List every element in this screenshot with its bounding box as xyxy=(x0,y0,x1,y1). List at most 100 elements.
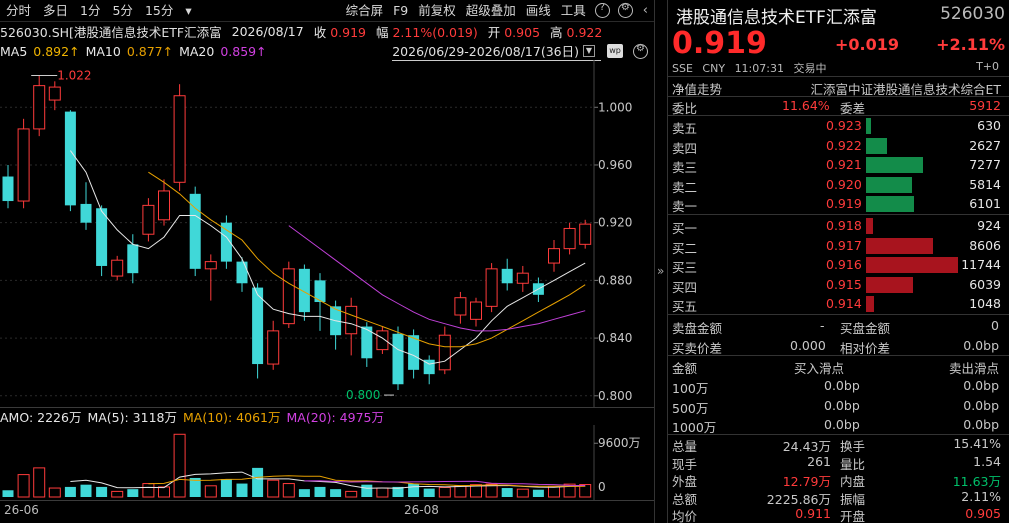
stat-value: 1.54 xyxy=(973,453,1001,469)
bid-amount-label: 买盘金额 xyxy=(840,321,891,336)
volume-bar-down xyxy=(423,488,435,497)
y-tick-label: 0.880 xyxy=(598,273,632,287)
candle-up xyxy=(111,259,124,277)
bid-volume: 924 xyxy=(977,218,1001,233)
ma10-value: 0.877↑ xyxy=(126,43,174,59)
tab-multiday[interactable]: 多日 xyxy=(37,0,74,22)
candle-down xyxy=(80,203,92,223)
date-label-jun: 26-06 xyxy=(4,503,39,517)
volume-bar-up xyxy=(438,486,451,498)
volume-bar-up xyxy=(548,485,560,498)
security-title: 港股通信息技术ETF汇添富 xyxy=(676,8,877,28)
volume-bar-up xyxy=(173,433,186,498)
help-icon[interactable] xyxy=(594,2,610,18)
wp-icon[interactable]: wp xyxy=(607,44,623,58)
bid-price: 0.916 xyxy=(826,257,862,273)
composite-screen-button[interactable]: 综合屏 xyxy=(341,0,389,22)
volume-bar-down xyxy=(252,467,264,497)
candle-up xyxy=(33,85,46,130)
stat-label: 均价 xyxy=(672,509,698,523)
tab-intraday[interactable]: 分时 xyxy=(0,0,37,22)
forward-adjust-button[interactable]: 前复权 xyxy=(413,0,461,22)
volume-bar-up xyxy=(204,485,217,498)
chart-settings-icon[interactable] xyxy=(633,43,648,59)
tab-5min[interactable]: 5分 xyxy=(106,0,138,22)
ask-price: 0.921 xyxy=(826,157,862,173)
slippage-row: 1000万 0.0bp 0.0bp xyxy=(668,415,1009,435)
ma20-value: 0.859↑ xyxy=(220,43,267,59)
volume-bar-up xyxy=(376,487,389,498)
chevron-down-icon[interactable]: ▼ xyxy=(583,44,595,57)
candlestick-chart[interactable]: 1.000 0.960 0.920 0.880 0.840 0.800 1.022 0.800 xyxy=(0,60,654,407)
tools-button[interactable]: 工具 xyxy=(556,0,591,22)
date-label-aug: 26-08 xyxy=(404,503,439,517)
ask-level-2[interactable]: 卖四 0.922 2627 xyxy=(668,136,1009,156)
panel-divider[interactable]: » xyxy=(654,0,668,523)
ask-amount-value: - xyxy=(820,318,825,333)
bid-level-1[interactable]: 买一 0.918 924 xyxy=(668,216,1009,236)
chevron-left-icon[interactable]: ‹ xyxy=(637,3,654,18)
volume-bar-up xyxy=(158,486,170,498)
candle-up xyxy=(17,128,30,202)
bid-level-2[interactable]: 买二 0.917 8606 xyxy=(668,236,1009,256)
candle-down xyxy=(408,335,420,370)
ask-level-5[interactable]: 卖一 0.919 6101 xyxy=(668,194,1009,214)
bid-volume-bar xyxy=(866,237,934,254)
volume-bar-up xyxy=(111,490,124,498)
y-tick-label: 0.840 xyxy=(598,331,632,345)
volume-bar-up xyxy=(142,483,155,498)
slip-sell: 0.0bp xyxy=(963,378,999,393)
ask-level-1[interactable]: 卖五 0.923 630 xyxy=(668,116,1009,136)
stat-value: 0.911 xyxy=(795,506,831,522)
f9-button[interactable]: F9 xyxy=(388,0,413,22)
y-tick-label: 0.960 xyxy=(598,158,632,172)
open-label: 开 xyxy=(487,24,501,40)
super-overlay-button[interactable]: 超级叠加 xyxy=(461,0,521,22)
open-value: 0.905 xyxy=(504,24,541,40)
ask-volume: 630 xyxy=(977,118,1001,133)
close-value: 0.919 xyxy=(330,24,366,40)
candle-up xyxy=(376,330,389,351)
draw-line-button[interactable]: 画线 xyxy=(521,0,556,22)
volume-bar-down xyxy=(236,483,248,497)
ma20-label: MA20 xyxy=(179,43,215,59)
candle-up xyxy=(579,223,592,245)
bid-level-4[interactable]: 买四 0.915 6039 xyxy=(668,275,1009,295)
order-ratio-row: 委比 11.64% 委差 5912 xyxy=(668,96,1009,116)
nav-row[interactable]: 净值走势 汇添富中证港股通信息技术综合ET xyxy=(668,77,1009,97)
slip-buy: 0.0bp xyxy=(824,417,860,432)
slip-buy: 0.0bp xyxy=(824,397,860,413)
candle-down xyxy=(96,208,108,266)
bid-level-3[interactable]: 买三 0.916 11744 xyxy=(668,255,1009,275)
period-dropdown[interactable]: ▾ xyxy=(179,0,197,22)
candle-down xyxy=(298,268,310,313)
candle-up xyxy=(282,268,295,325)
tab-15min[interactable]: 15分 xyxy=(139,0,179,22)
ma5-line xyxy=(69,150,586,365)
ask-level-3[interactable]: 卖三 0.921 7277 xyxy=(668,155,1009,175)
ma10-line xyxy=(148,171,586,348)
tab-1min[interactable]: 1分 xyxy=(74,0,106,22)
volume-bar-down xyxy=(2,490,14,497)
date-range-selector[interactable]: 2026/06/29-2026/08/17(36日) ▼ xyxy=(392,41,601,61)
candle-up xyxy=(173,95,186,183)
ask-level-4[interactable]: 卖二 0.920 5814 xyxy=(668,175,1009,195)
collapse-arrow-icon[interactable]: » xyxy=(657,264,664,278)
exchange: SSE xyxy=(672,62,693,75)
volume-bar-up xyxy=(17,474,30,498)
slip-buy: 0.0bp xyxy=(824,378,860,393)
ohlc-info-row: 526030.SH[港股通信息技术ETF汇添富 2026/08/17 收 0.9… xyxy=(0,22,654,40)
candle-down xyxy=(64,111,76,206)
settings-icon[interactable] xyxy=(617,2,633,18)
slip-amount-header: 金额 xyxy=(672,361,698,376)
candle-up xyxy=(516,272,529,284)
bid-level-5[interactable]: 买五 0.914 1048 xyxy=(668,294,1009,314)
ask-level-label: 卖五 xyxy=(672,121,698,136)
bid-volume-bar xyxy=(866,218,874,234)
ask-volume-bar xyxy=(866,176,912,193)
volume-bar-up xyxy=(345,490,358,498)
candle-up xyxy=(454,297,467,316)
volume-chart[interactable]: 9600万 0 xyxy=(0,425,654,500)
ask-price: 0.922 xyxy=(826,137,862,153)
candle-down xyxy=(392,333,404,385)
